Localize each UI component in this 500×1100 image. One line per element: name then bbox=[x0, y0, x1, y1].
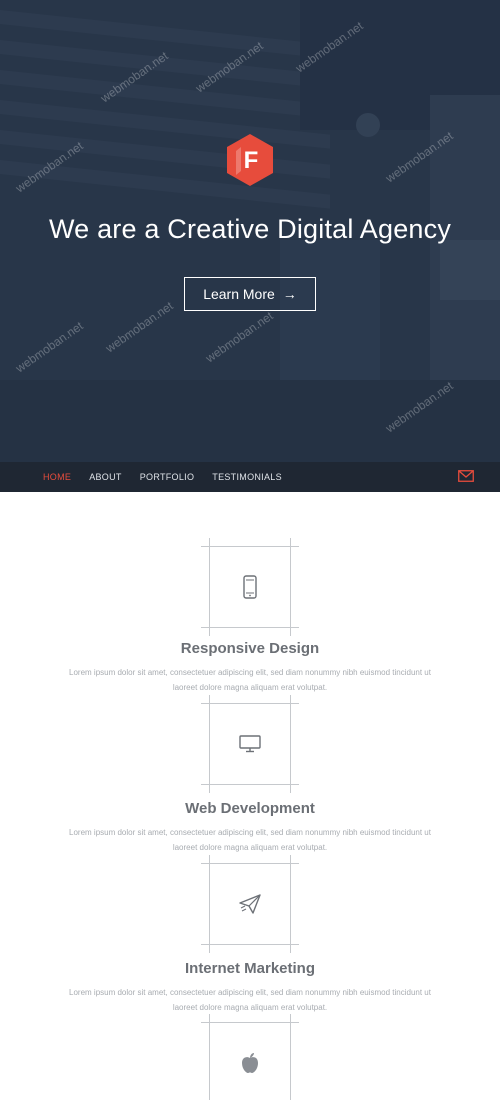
nav-item-portfolio[interactable]: PORTFOLIO bbox=[140, 472, 195, 482]
feature-description: Lorem ipsum dolor sit amet, consectetuer… bbox=[38, 825, 462, 855]
hexagon-logo-icon: F bbox=[227, 134, 273, 186]
nav-list: HOME ABOUT PORTFOLIO TESTIMONIALS bbox=[43, 472, 300, 482]
apple-icon bbox=[242, 1053, 258, 1073]
mail-icon[interactable] bbox=[458, 470, 474, 482]
paper-plane-icon bbox=[239, 894, 261, 914]
feature-text-line: laoreet dolore magna aliquam erat volutp… bbox=[172, 683, 328, 692]
brand-logo[interactable]: F bbox=[223, 133, 277, 187]
feature-icon-frame bbox=[201, 538, 299, 636]
learn-more-label: Learn More bbox=[203, 286, 275, 302]
feature-title: Responsive Design bbox=[180, 640, 320, 657]
feature-icon-frame bbox=[201, 855, 299, 953]
feature-title: Internet Marketing bbox=[184, 960, 316, 977]
hero-section: F We are a Creative Digital Agency Learn… bbox=[0, 0, 500, 462]
feature-description: Lorem ipsum dolor sit amet, consectetuer… bbox=[38, 985, 462, 1015]
smartphone-icon bbox=[243, 575, 257, 599]
logo-letter: F bbox=[244, 147, 259, 174]
feature-text-line: Lorem ipsum dolor sit amet, consectetuer… bbox=[69, 668, 431, 677]
feature-text-line: laoreet dolore magna aliquam erat volutp… bbox=[172, 1003, 328, 1012]
feature-text-line: Lorem ipsum dolor sit amet, consectetuer… bbox=[69, 828, 431, 837]
feature-icon-frame bbox=[201, 1014, 299, 1100]
feature-title: Web Development bbox=[185, 800, 315, 817]
nav-item-about[interactable]: ABOUT bbox=[89, 472, 122, 482]
feature-text-line: laoreet dolore magna aliquam erat volutp… bbox=[172, 843, 328, 852]
nav-item-home[interactable]: HOME bbox=[43, 472, 71, 482]
feature-icon-frame bbox=[201, 695, 299, 793]
feature-description: Lorem ipsum dolor sit amet, consectetuer… bbox=[38, 665, 462, 695]
hero-title: We are a Creative Digital Agency bbox=[48, 214, 452, 244]
nav-item-testimonials[interactable]: TESTIMONIALS bbox=[212, 472, 282, 482]
arrow-right-icon: → bbox=[282, 286, 297, 302]
monitor-icon bbox=[239, 735, 261, 753]
feature-text-line: Lorem ipsum dolor sit amet, consectetuer… bbox=[69, 988, 431, 997]
main-navbar: HOME ABOUT PORTFOLIO TESTIMONIALS bbox=[0, 462, 500, 492]
learn-more-button[interactable]: Learn More → bbox=[184, 277, 316, 311]
